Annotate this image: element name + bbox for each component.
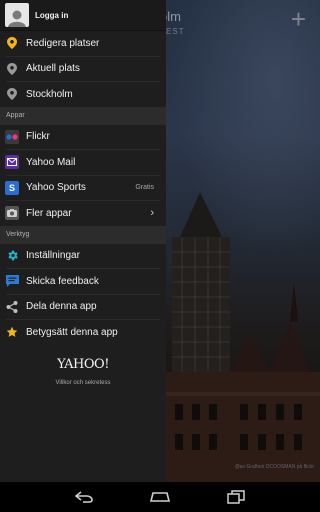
edit-locations-label: Redigera platser [26, 37, 100, 49]
yahoo-mail-label: Yahoo Mail [26, 156, 76, 168]
free-badge: Gratis [135, 184, 154, 192]
home-icon [149, 492, 171, 502]
pin-icon [1, 62, 23, 75]
yahoo-sports-item[interactable]: S Yahoo Sports Gratis [0, 176, 166, 201]
yahoo-logo: YAHOO! [57, 356, 109, 372]
more-apps-icon [1, 206, 23, 221]
yahoo-mail-icon [1, 155, 23, 170]
flickr-icon [1, 129, 23, 144]
person-icon [8, 10, 26, 27]
share-app-label: Dela denna app [26, 301, 97, 313]
stockholm-label: Stockholm [26, 88, 73, 100]
current-location-label: Aktuell plats [26, 63, 80, 75]
yahoo-mail-item[interactable]: Yahoo Mail [0, 150, 166, 175]
apps-section-header: Appar [0, 106, 166, 125]
rate-app-item[interactable]: Betygsätt denna app [0, 320, 166, 345]
recents-button[interactable] [221, 485, 251, 509]
flickr-item[interactable]: Flickr [0, 125, 166, 150]
pin-icon [1, 88, 23, 101]
back-icon [74, 491, 93, 503]
share-app-item[interactable]: Dela denna app [0, 295, 166, 320]
rate-app-label: Betygsätt denna app [26, 326, 118, 338]
recents-icon [227, 490, 245, 504]
avatar [5, 3, 29, 27]
more-apps-label: Fler appar [26, 207, 72, 219]
chevron-right-icon: › [150, 207, 154, 220]
back-button[interactable] [69, 485, 99, 509]
terms-link[interactable]: Villkor och sekretess [0, 380, 166, 386]
login-row[interactable]: Logga in [0, 0, 166, 31]
pin-icon [1, 37, 23, 50]
star-icon [1, 326, 23, 338]
system-navigation-bar [0, 482, 320, 512]
tools-section-header: Verktyg [0, 225, 166, 244]
login-label: Logga in [35, 10, 69, 20]
share-icon [1, 300, 23, 313]
current-location-item[interactable]: Aktuell plats [0, 57, 166, 82]
yahoo-sports-icon: S [1, 180, 23, 195]
yahoo-sports-label: Yahoo Sports [26, 182, 86, 194]
feedback-icon [1, 275, 23, 288]
send-feedback-item[interactable]: Skicka feedback [0, 269, 166, 294]
send-feedback-label: Skicka feedback [26, 275, 99, 287]
navigation-drawer: Logga in Redigera platser Aktuell plats … [0, 0, 166, 482]
settings-label: Inställningar [26, 250, 80, 262]
drawer-footer: YAHOO! Villkor och sekretess [0, 357, 166, 386]
edit-locations-item[interactable]: Redigera platser [0, 31, 166, 56]
settings-item[interactable]: Inställningar [0, 244, 166, 269]
stockholm-item[interactable]: Stockholm [0, 82, 166, 107]
flickr-label: Flickr [26, 131, 50, 143]
gear-icon [1, 249, 23, 262]
more-apps-item[interactable]: Fler appar › [0, 201, 166, 226]
home-button[interactable] [145, 485, 175, 509]
